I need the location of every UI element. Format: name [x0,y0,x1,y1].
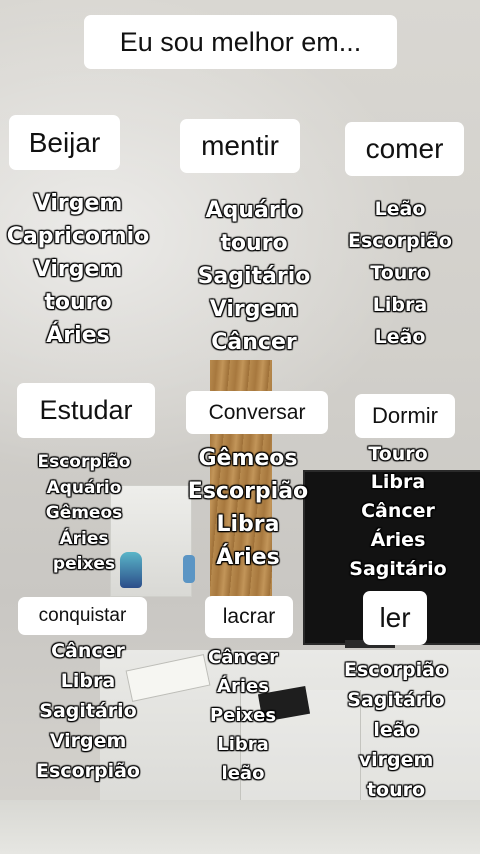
sign-item: Libra [370,471,426,493]
sign-item: Escorpião [37,452,131,472]
sign-item: Virgem [33,191,123,216]
sign-item: Sagitário [347,689,445,711]
sign-item: Escorpião [36,760,140,782]
signs-list-lacrar: Câncer Áries Peixes Libra leão [183,643,303,788]
sign-item: Aquário [205,198,303,223]
sign-item: Libra [216,512,280,537]
sign-item: Câncer [211,330,297,355]
signs-list-conquistar: Câncer Libra Sagitário Virgem Escorpião [18,636,158,786]
category-label-lacrar: lacrar [205,596,293,638]
sign-item: Câncer [361,500,435,522]
sign-item: Touro [370,262,430,284]
sign-item: Escorpião [187,479,309,504]
sign-item: Áries [370,529,426,551]
sign-item: Virgem [209,297,299,322]
signs-list-ler: Escorpião Sagitário leão virgem touro [326,655,466,805]
sign-item: Sagitário [39,700,137,722]
sign-item: Peixes [209,705,277,726]
sign-item: Áries [59,528,109,549]
sign-item: Capricornio [6,224,150,249]
sign-item: Virgem [49,730,127,752]
signs-list-mentir: Aquário touro Sagitário Virgem Câncer [176,194,332,359]
sign-item: Leão [374,326,426,348]
sign-item: Leão [374,198,426,220]
category-label-mentir: mentir [180,119,300,173]
category-label-ler: ler [363,591,427,645]
signs-list-dormir: Touro Libra Câncer Áries Sagitário [338,440,458,584]
sign-item: Sagitário [197,264,311,289]
category-label-beijar: Beijar [9,115,120,170]
category-label-estudar: Estudar [17,383,155,438]
sign-item: leão [373,719,419,741]
sign-item: virgem [358,749,434,771]
floor [0,800,480,854]
signs-list-beijar: Virgem Capricornio Virgem touro Áries [0,187,156,352]
sign-item: Áries [46,323,110,348]
sign-item: Áries [216,545,280,570]
sign-item: Câncer [208,647,278,668]
sign-item: Gêmeos [198,446,298,471]
sign-item: Aquário [46,477,122,498]
sign-item: touro [44,290,112,315]
sign-item: Áries [217,676,269,697]
sign-item: Libra [372,294,428,316]
category-label-dormir: Dormir [355,394,455,438]
sign-item: Gêmeos [45,503,123,523]
sign-item: leão [221,763,265,784]
sign-item: Escorpião [348,230,452,252]
sign-item: Libra [217,734,269,755]
sign-item: Escorpião [344,659,448,681]
signs-list-comer: Leão Escorpião Touro Libra Leão [330,193,470,353]
sign-item: Touro [368,443,428,465]
sign-item: touro [220,231,288,256]
sign-item: touro [366,779,426,801]
category-label-conquistar: conquistar [18,597,147,635]
sign-item: Libra [60,670,116,692]
sign-item: peixes [52,554,116,574]
signs-list-estudar: Escorpião Aquário Gêmeos Áries peixes [14,450,154,578]
page-title: Eu sou melhor em... [84,15,397,69]
sign-item: Virgem [33,257,123,282]
signs-list-conversar: Gêmeos Escorpião Libra Áries [178,442,318,574]
sign-item: Câncer [51,640,125,662]
category-label-conversar: Conversar [186,391,328,434]
sign-item: Sagitário [349,558,447,580]
category-label-comer: comer [345,122,464,176]
